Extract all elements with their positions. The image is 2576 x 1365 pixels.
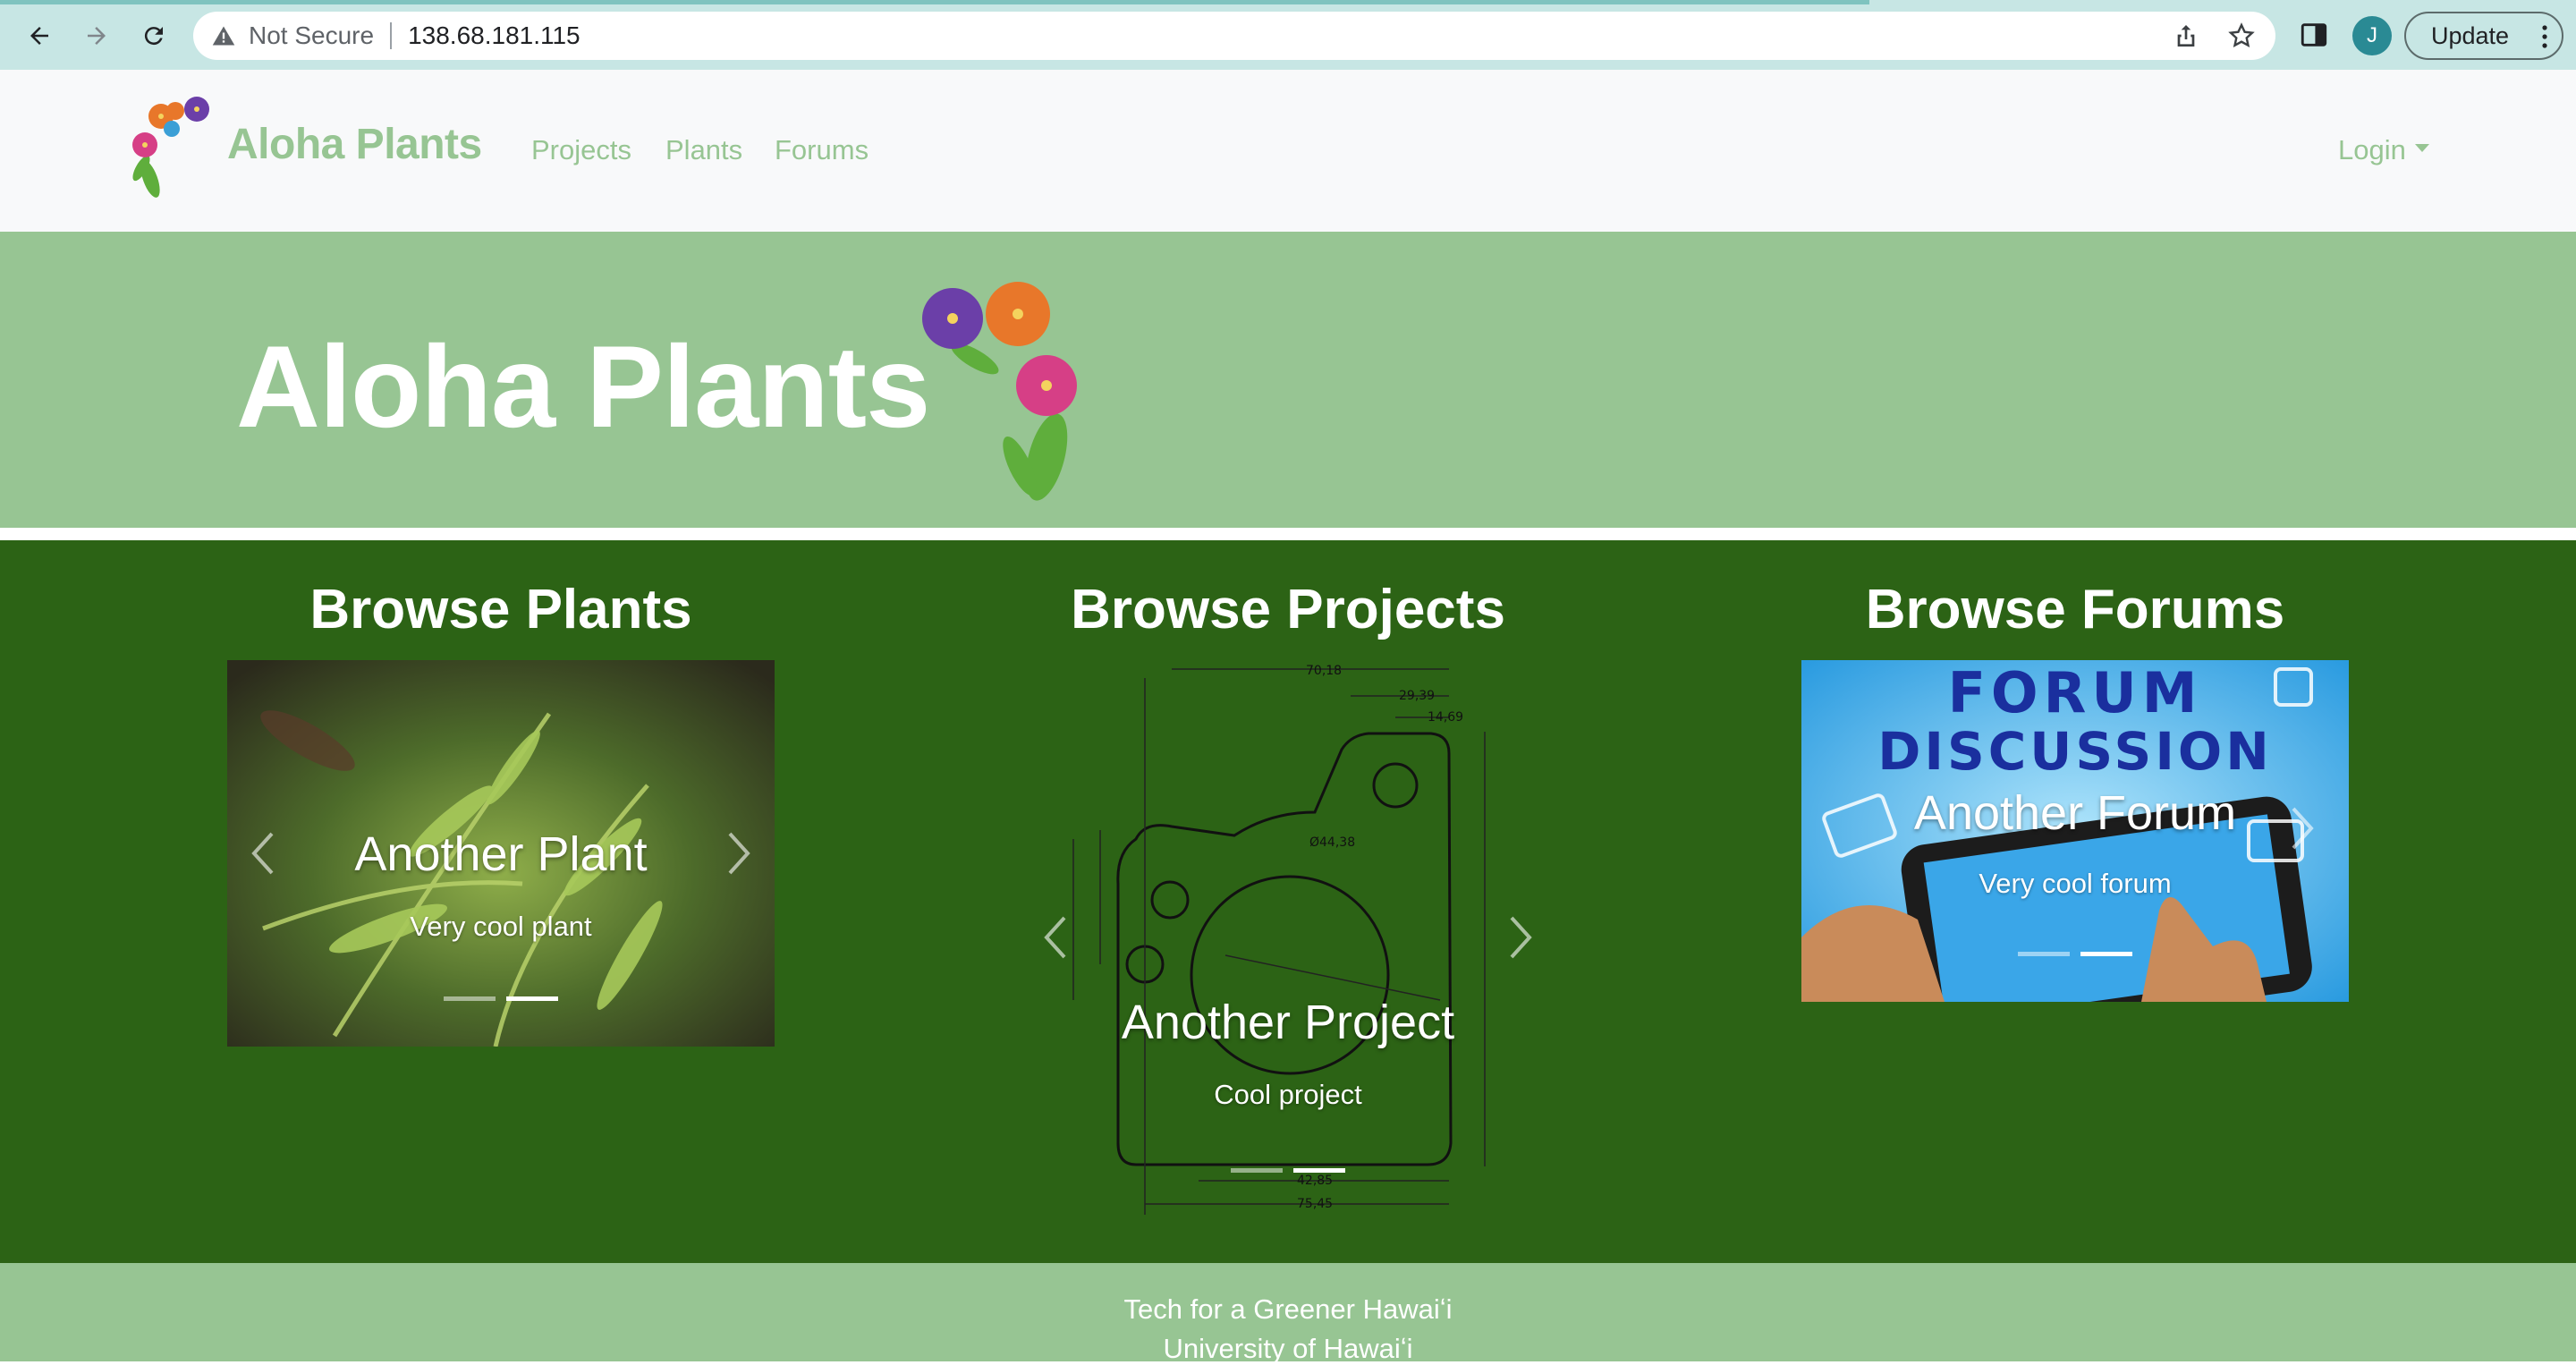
- plants-slide-title: Another Plant: [354, 827, 648, 881]
- hero-banner: Aloha Plants: [0, 232, 2576, 528]
- bookmark-star-icon[interactable]: [2227, 21, 2256, 50]
- share-icon[interactable]: [2172, 21, 2200, 50]
- login-dropdown[interactable]: Login: [2338, 134, 2429, 166]
- forums-slide-title: Another Forum: [1913, 786, 2237, 840]
- update-button[interactable]: Update: [2404, 12, 2563, 60]
- dimension-label: 29,39: [1399, 689, 1436, 703]
- dimension-label: 75,45: [1297, 1197, 1334, 1211]
- url-text[interactable]: 138.68.181.115: [408, 21, 580, 50]
- carousel-indicator-active[interactable]: [506, 996, 558, 1001]
- projects-slide-caption: Cool project: [1214, 1079, 1362, 1110]
- nav-link-plants[interactable]: Plants: [665, 134, 742, 166]
- hibiscus-flowers-icon: [922, 282, 1077, 501]
- security-label[interactable]: Not Secure: [249, 21, 374, 50]
- carousel-indicator[interactable]: [1231, 1168, 1283, 1173]
- forward-arrow-icon: [88, 27, 106, 45]
- projects-carousel-indicators[interactable]: [1020, 1168, 1556, 1173]
- dimension-label: 70,18: [1306, 664, 1343, 678]
- site-navbar: Aloha Plants Projects Plants Forums Logi…: [0, 70, 2576, 232]
- reload-button[interactable]: [134, 16, 174, 55]
- carousel-prev-icon[interactable]: [1038, 911, 1073, 964]
- warning-icon: [212, 26, 235, 46]
- plants-carousel-indicators[interactable]: [227, 996, 775, 1001]
- plants-slide-caption: Very cool plant: [410, 911, 592, 942]
- plants-carousel[interactable]: Another Plant Very cool plant: [227, 660, 775, 1047]
- browse-projects-heading: Browse Projects: [1071, 579, 1505, 640]
- hero-title: Aloha Plants: [236, 321, 930, 452]
- projects-carousel[interactable]: 70,18 29,39 14,69 Ø44,38 42,85 75,45 Ano…: [1020, 660, 1556, 1215]
- section-divider: [0, 528, 2576, 540]
- carousel-next-icon[interactable]: [1503, 911, 1538, 964]
- technical-drawing: [1072, 668, 1486, 1215]
- caret-down-icon: [2414, 144, 2429, 153]
- hibiscus-logo-icon[interactable]: [125, 89, 222, 204]
- site-brand[interactable]: Aloha Plants: [227, 120, 482, 169]
- forums-carousel[interactable]: FORUM DISCUSSION Another Forum Very cool…: [1801, 660, 2349, 1002]
- side-panel-icon[interactable]: [2299, 20, 2329, 50]
- profile-avatar[interactable]: J: [2352, 16, 2392, 55]
- omnibox-separator: [390, 22, 393, 49]
- reload-icon: [144, 27, 163, 46]
- more-menu-icon[interactable]: [2542, 24, 2547, 49]
- carousel-indicator-active[interactable]: [2080, 952, 2132, 956]
- update-label: Update: [2431, 21, 2510, 49]
- address-bar[interactable]: Not Secure 138.68.181.115: [193, 12, 2275, 60]
- forum-image-line1: FORUM: [1947, 660, 2203, 725]
- footer-tagline: Tech for a Greener Hawaiʻi: [1123, 1293, 1453, 1325]
- dimension-label: Ø44,38: [1309, 835, 1356, 850]
- back-arrow-icon: [30, 27, 48, 45]
- site-footer: Tech for a Greener Hawaiʻi University of…: [0, 1263, 2576, 1364]
- dimension-label: 42,85: [1297, 1174, 1334, 1188]
- forum-image-line2: DISCUSSION: [1877, 721, 2273, 782]
- projects-slide-title: Another Project: [1121, 996, 1455, 1049]
- carousel-indicator[interactable]: [444, 996, 496, 1001]
- forums-slide-caption: Very cool forum: [1979, 868, 2172, 899]
- back-button[interactable]: [20, 16, 59, 55]
- forums-carousel-indicators[interactable]: [1801, 952, 2349, 956]
- tab-strip-edge: [0, 0, 1869, 4]
- footer-university: University of Hawaiʻi: [1163, 1333, 1413, 1364]
- carousel-indicator[interactable]: [2018, 952, 2070, 956]
- nav-link-projects[interactable]: Projects: [531, 134, 631, 166]
- forward-button[interactable]: [77, 16, 116, 55]
- login-label: Login: [2338, 134, 2406, 165]
- browse-section: Browse Plants Another Plant Very cool pl…: [0, 540, 2576, 1263]
- dimension-label: 14,69: [1428, 710, 1464, 725]
- browse-plants-heading: Browse Plants: [309, 579, 692, 640]
- carousel-indicator-active[interactable]: [1293, 1168, 1345, 1173]
- browse-forums-heading: Browse Forums: [1865, 579, 2285, 640]
- nav-link-forums[interactable]: Forums: [775, 134, 869, 166]
- browser-toolbar: Not Secure 138.68.181.115 J Update: [0, 0, 2576, 70]
